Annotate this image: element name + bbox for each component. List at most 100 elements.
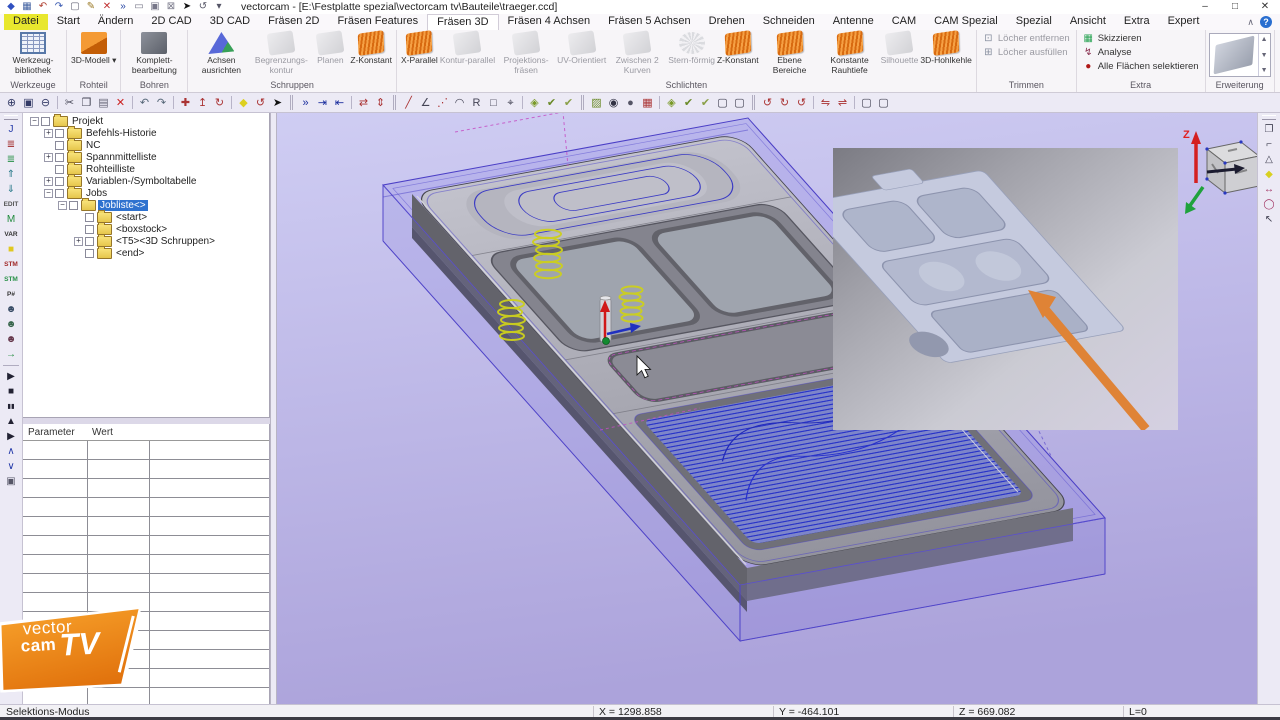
extra-cell[interactable] <box>150 498 269 516</box>
value-cell[interactable] <box>88 536 150 554</box>
transform-icon[interactable]: ↖ <box>1258 212 1280 227</box>
parameter-cell[interactable] <box>22 460 88 478</box>
down-icon[interactable]: ∨ <box>0 459 22 474</box>
tree-item-start[interactable]: <start> <box>22 209 269 223</box>
tab-start[interactable]: Start <box>48 14 89 30</box>
play-icon[interactable]: ▶ <box>0 369 22 384</box>
minimize-button[interactable]: – <box>1190 0 1220 14</box>
separator[interactable] <box>752 95 755 110</box>
loecher-entfernen-button[interactable]: ⊡ Löcher entfernen <box>980 33 1073 44</box>
rotate-view-icon[interactable]: ↺ <box>252 95 269 111</box>
save-icon[interactable]: ▦ <box>19 0 35 14</box>
line-icon[interactable]: ╱ <box>400 95 417 111</box>
translate-icon[interactable]: ↥ <box>194 95 211 111</box>
toolbar-handle[interactable] <box>4 115 18 120</box>
stm-green-icon[interactable]: STM <box>0 272 22 287</box>
fill-select-icon[interactable]: ◈ <box>663 95 680 111</box>
tab-fraesen-features[interactable]: Fräsen Features <box>328 14 427 30</box>
rotate-mode-icon[interactable]: ↺ <box>195 0 211 14</box>
arc-icon[interactable]: ◠ <box>451 95 468 111</box>
separator[interactable] <box>132 96 133 109</box>
tab-datei[interactable]: Datei <box>4 14 48 30</box>
parameter-cell[interactable] <box>22 441 88 459</box>
help-icon[interactable]: ? <box>1260 16 1272 28</box>
region-select-icon[interactable]: ▢ <box>858 95 875 111</box>
vertical-splitter[interactable] <box>270 112 277 705</box>
zoom-out-icon[interactable]: ⊖ <box>37 95 54 111</box>
value-cell[interactable] <box>88 479 150 497</box>
tab-schneiden[interactable]: Schneiden <box>754 14 824 30</box>
window-min-icon[interactable]: ▭ <box>131 0 147 14</box>
machine-icon[interactable]: ☻ <box>0 317 22 332</box>
tree-checkbox[interactable] <box>85 236 94 246</box>
separator[interactable] <box>659 96 660 109</box>
radius-icon[interactable]: R <box>468 95 485 111</box>
3d-hohlkehle-button[interactable]: 3D-Hohlkehle <box>919 30 973 66</box>
move-down-icon[interactable]: ⇓ <box>0 182 22 197</box>
tree-checkbox[interactable] <box>55 164 64 174</box>
skizzieren-button[interactable]: ▦ Skizzieren <box>1080 33 1145 44</box>
extra-cell[interactable] <box>150 555 269 573</box>
value-cell[interactable] <box>88 688 150 705</box>
fill-icon[interactable]: ◈ <box>526 95 543 111</box>
point-icon[interactable]: ◆ <box>1258 167 1280 182</box>
begrenzungskontur-button[interactable]: Begrenzungs-kontur <box>251 30 311 75</box>
value-cell[interactable] <box>88 441 150 459</box>
parameter-cell[interactable] <box>22 574 88 592</box>
gallery-scroll[interactable]: ▲ ▼ ▼ <box>1257 34 1270 76</box>
tree-checkbox[interactable] <box>41 116 50 126</box>
tree-item-t5-3d-schruppen[interactable]: <T5><3D Schruppen> <box>22 233 269 247</box>
cad-canvas[interactable]: Z <box>277 111 1261 705</box>
zoom-in-icon[interactable]: ⊕ <box>3 95 20 111</box>
tree-checkbox[interactable] <box>85 224 94 234</box>
separator[interactable] <box>393 95 396 110</box>
export-icon[interactable]: → <box>0 347 22 362</box>
window-close-icon[interactable]: ⊠ <box>163 0 179 14</box>
extra-cell[interactable] <box>150 612 269 630</box>
pause-icon[interactable]: ▮▮ <box>0 399 22 414</box>
tree-expander[interactable] <box>44 152 53 162</box>
angle-icon[interactable]: ∠ <box>417 95 434 111</box>
tree-checkbox[interactable] <box>85 248 94 258</box>
extra-cell[interactable] <box>150 460 269 478</box>
tree-item-spannmittelliste[interactable]: Spannmittelliste <box>22 149 269 163</box>
tree-checkbox[interactable] <box>55 176 64 186</box>
list-green-icon[interactable]: ≣ <box>0 152 22 167</box>
run-forward-icon[interactable]: » <box>297 95 314 111</box>
separator[interactable] <box>522 96 523 109</box>
step-forward-icon[interactable]: ⇥ <box>314 95 331 111</box>
tree-expander[interactable] <box>74 236 83 246</box>
tree-item-boxstock[interactable]: <boxstock> <box>22 221 269 235</box>
gallery-up-icon[interactable]: ▲ <box>1261 36 1268 43</box>
select-arrow-icon[interactable]: ➤ <box>269 95 286 111</box>
redo-icon[interactable]: ↷ <box>153 95 170 111</box>
array-icon[interactable]: ⇌ <box>834 95 851 111</box>
run-icon[interactable]: » <box>115 0 131 14</box>
tree-expander[interactable] <box>44 176 53 186</box>
collapse-ribbon-icon[interactable]: ∧ <box>1247 17 1254 28</box>
box-icon[interactable]: ▣ <box>0 474 22 489</box>
tab-spezial[interactable]: Spezial <box>1007 14 1061 30</box>
zoom-fit-icon[interactable]: ▣ <box>20 95 37 111</box>
zwischen-2-kurven-button[interactable]: Zwischen 2 Kurven <box>607 30 667 75</box>
tree-checkbox[interactable] <box>55 128 64 138</box>
tab-cam-spezial[interactable]: CAM Spezial <box>925 14 1007 30</box>
edit-doc-icon[interactable]: ✎ <box>83 0 99 14</box>
separator[interactable] <box>854 96 855 109</box>
gallery-down-icon[interactable]: ▼ <box>1261 52 1268 59</box>
rect-icon[interactable]: □ <box>485 95 502 111</box>
analyse-button[interactable]: ↯ Analyse <box>1080 47 1135 58</box>
cut-icon[interactable]: ✂ <box>61 95 78 111</box>
tree-expander[interactable] <box>30 116 39 126</box>
paste-view-icon[interactable]: ❐ <box>1258 122 1280 137</box>
extra-cell[interactable] <box>150 669 269 687</box>
step-icon[interactable]: ▶ <box>0 429 22 444</box>
value-cell[interactable] <box>88 555 150 573</box>
z-konstant-schlichten-button[interactable]: Z-Konstant <box>716 30 760 66</box>
var-icon[interactable]: VAR <box>0 227 22 242</box>
tab-drehen[interactable]: Drehen <box>700 14 754 30</box>
value-cell[interactable] <box>88 460 150 478</box>
tab-expert[interactable]: Expert <box>1159 14 1209 30</box>
separator[interactable] <box>173 96 174 109</box>
separator[interactable] <box>290 95 293 110</box>
